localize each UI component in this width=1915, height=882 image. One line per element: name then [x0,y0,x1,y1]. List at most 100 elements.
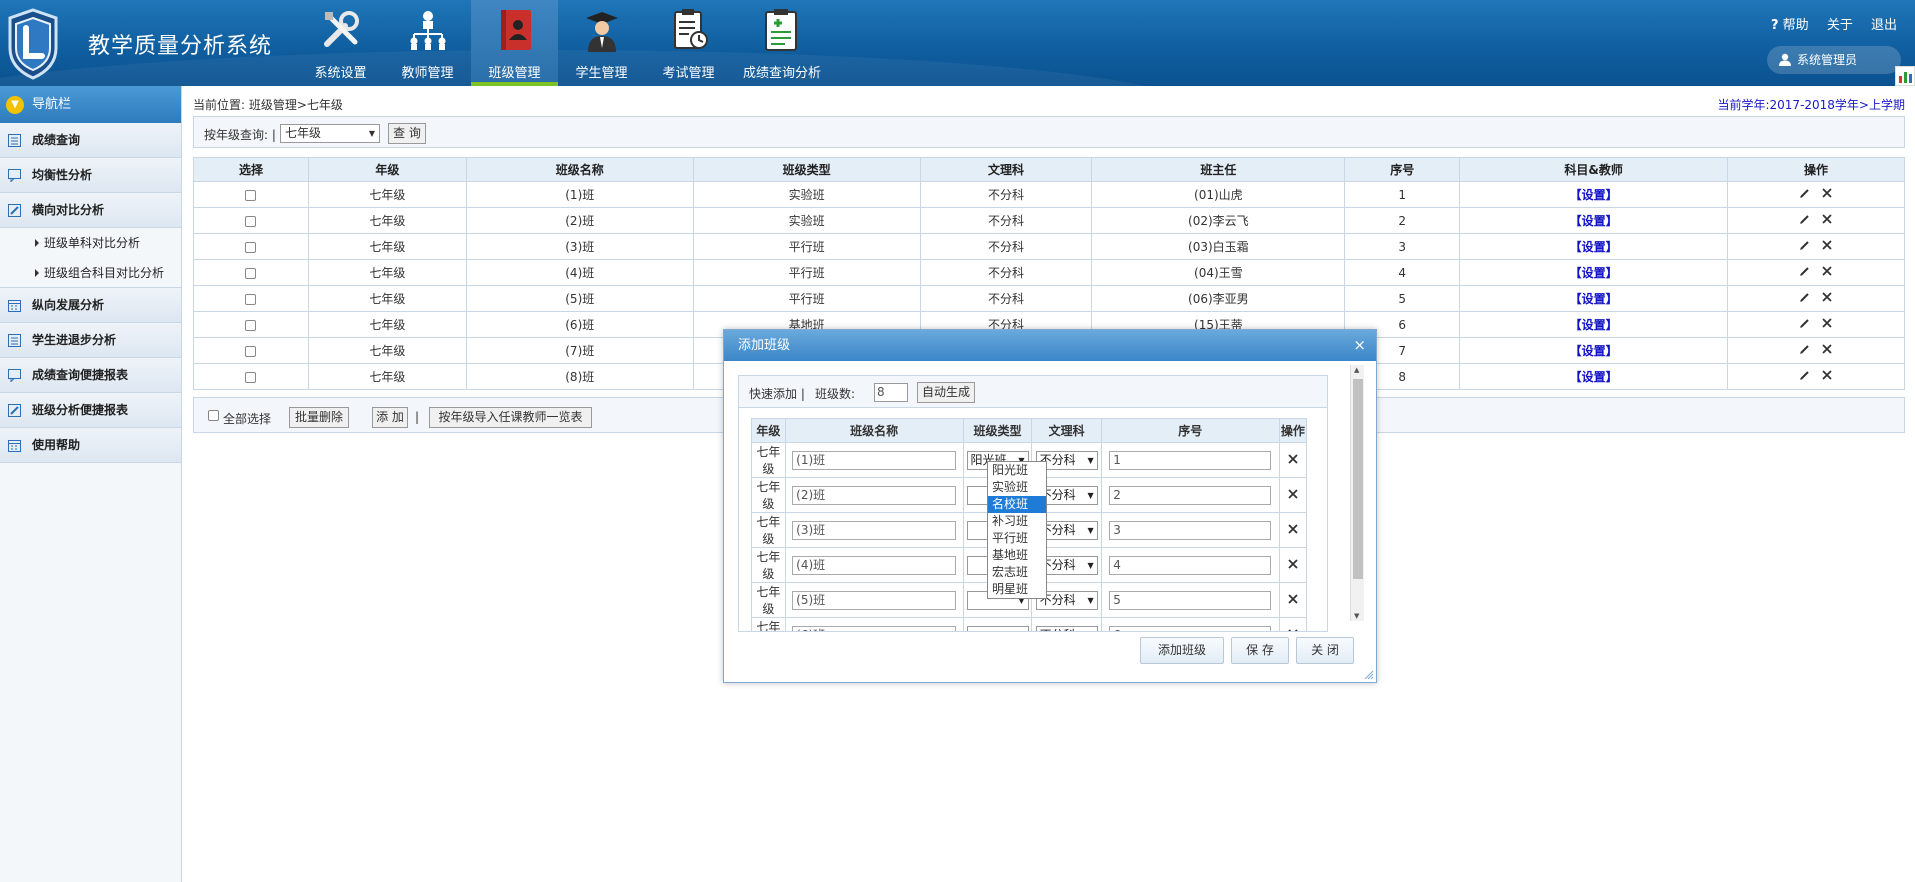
delete-x-icon[interactable] [1287,453,1299,468]
dropdown-option[interactable]: 宏志班 [988,564,1046,581]
edit-pencil-icon[interactable] [1799,213,1811,228]
sidebar-subitem-combined-subject[interactable]: 班级组合科目对比分析 [0,258,181,288]
dropdown-option[interactable]: 补习班 [988,513,1046,530]
sidebar-item-vertical-development[interactable]: 纵向发展分析 [0,288,181,323]
dropdown-option[interactable]: 名校班 [988,496,1046,513]
setting-link[interactable]: 【设置】 [1570,344,1618,358]
resize-grip-icon[interactable] [1364,670,1374,680]
about-link[interactable]: 关于 [1827,18,1853,33]
grade-select[interactable]: 七年级 [280,124,380,143]
topnav-teacher-management[interactable]: 教师管理 [384,0,471,86]
delete-x-icon[interactable] [1821,187,1833,202]
setting-link[interactable]: 【设置】 [1570,214,1618,228]
sidebar-item-horizontal-compare[interactable]: 横向对比分析 [0,193,181,228]
topnav-system-settings[interactable]: 系统设置 [297,0,384,86]
delete-x-icon[interactable] [1821,317,1833,332]
scrollbar-thumb[interactable] [1353,379,1363,579]
setting-link[interactable]: 【设置】 [1570,266,1618,280]
row-checkbox[interactable] [245,241,257,253]
logout-link[interactable]: 退出 [1871,18,1897,33]
row-checkbox[interactable] [245,189,257,201]
row-checkbox[interactable] [245,267,257,279]
edit-pencil-icon[interactable] [1799,239,1811,254]
edit-pencil-icon[interactable] [1799,369,1811,384]
edit-pencil-icon[interactable] [1799,317,1811,332]
row-checkbox[interactable] [245,371,257,383]
add-button[interactable]: 添 加 [372,407,408,428]
setting-link[interactable]: 【设置】 [1570,240,1618,254]
dropdown-option[interactable]: 基地班 [988,547,1046,564]
topnav-class-management[interactable]: 班级管理 [471,0,558,86]
edit-pencil-icon[interactable] [1799,291,1811,306]
help-link[interactable]: ? 帮助 [1771,18,1809,33]
row-checkbox[interactable] [245,345,257,357]
topnav-exam-management[interactable]: 考试管理 [645,0,732,86]
setting-link[interactable]: 【设置】 [1570,188,1618,202]
dropdown-option[interactable]: 明星班 [988,581,1046,598]
delete-x-icon[interactable] [1821,343,1833,358]
topnav-student-management[interactable]: 学生管理 [558,0,645,86]
delete-x-icon[interactable] [1287,593,1299,608]
class-type-dropdown-list[interactable]: 阳光班 实验班 名校班 补习班 平行班 基地班 宏志班 明星班 [987,461,1047,599]
add-class-button[interactable]: 添加班级 [1140,637,1224,664]
row-checkbox[interactable] [245,319,257,331]
class-name-input[interactable]: (2)班 [792,485,957,505]
sidebar-item-student-progress[interactable]: 学生进退步分析 [0,323,181,358]
chart-icon[interactable] [1895,66,1915,86]
sidebar-item-score-query[interactable]: 成绩查询 [0,123,181,158]
query-button[interactable]: 查 询 [388,123,426,144]
sidebar-item-score-report[interactable]: 成绩查询便捷报表 [0,358,181,393]
class-name-input[interactable]: (4)班 [792,555,957,575]
edit-pencil-icon[interactable] [1799,187,1811,202]
dialog-scrollbar[interactable]: ▲ ▼ [1350,365,1364,621]
class-type-select[interactable] [966,625,1029,631]
delete-x-icon[interactable] [1821,265,1833,280]
class-name-input[interactable]: (6)班 [792,625,957,631]
topnav-score-analysis[interactable]: 成绩查询分析 [732,0,832,86]
auto-generate-button[interactable]: 自动生成 [917,382,975,403]
seq-input[interactable]: 6 [1109,625,1272,631]
dialog-titlebar[interactable]: 添加班级 × [724,330,1376,361]
dropdown-option[interactable]: 阳光班 [988,462,1046,479]
select-all-checkbox[interactable] [208,410,219,421]
scroll-up-icon[interactable]: ▲ [1354,366,1359,374]
batch-delete-button[interactable]: 批量删除 [289,407,349,428]
save-button[interactable]: 保 存 [1231,637,1289,664]
seq-input[interactable]: 3 [1109,520,1272,540]
delete-x-icon[interactable] [1821,239,1833,254]
row-checkbox[interactable] [245,215,257,227]
sidebar-subitem-single-subject[interactable]: 班级单科对比分析 [0,228,181,258]
sidebar-item-class-report[interactable]: 班级分析便捷报表 [0,393,181,428]
delete-x-icon[interactable] [1287,558,1299,573]
delete-x-icon[interactable] [1287,488,1299,503]
class-count-input[interactable]: 8 [874,383,908,402]
setting-link[interactable]: 【设置】 [1570,318,1618,332]
setting-link[interactable]: 【设置】 [1570,292,1618,306]
delete-x-icon[interactable] [1287,628,1299,631]
class-name-input[interactable]: (3)班 [792,520,957,540]
delete-x-icon[interactable] [1821,213,1833,228]
delete-x-icon[interactable] [1821,291,1833,306]
class-name-input[interactable]: (1)班 [792,450,957,470]
close-icon[interactable]: × [1353,330,1366,361]
class-name-input[interactable]: (5)班 [792,590,957,610]
sidebar-item-balance-analysis[interactable]: 均衡性分析 [0,158,181,193]
edit-pencil-icon[interactable] [1799,343,1811,358]
setting-link[interactable]: 【设置】 [1570,370,1618,384]
sidebar-item-help[interactable]: 使用帮助 [0,428,181,463]
seq-input[interactable]: 4 [1109,555,1272,575]
delete-x-icon[interactable] [1287,523,1299,538]
scroll-down-icon[interactable]: ▼ [1354,612,1359,620]
track-select[interactable]: 不分科 [1035,625,1098,631]
seq-input[interactable]: 2 [1109,485,1272,505]
sidebar-header[interactable]: ▼ 导航栏 [0,86,181,123]
delete-x-icon[interactable] [1821,369,1833,384]
row-checkbox[interactable] [245,293,257,305]
dropdown-option[interactable]: 实验班 [988,479,1046,496]
user-button[interactable]: 系统管理员 [1767,46,1901,74]
seq-input[interactable]: 1 [1109,450,1272,470]
seq-input[interactable]: 5 [1109,590,1272,610]
close-button[interactable]: 关 闭 [1296,637,1354,664]
dropdown-option[interactable]: 平行班 [988,530,1046,547]
import-teachers-button[interactable]: 按年级导入任课教师一览表 [429,407,592,428]
